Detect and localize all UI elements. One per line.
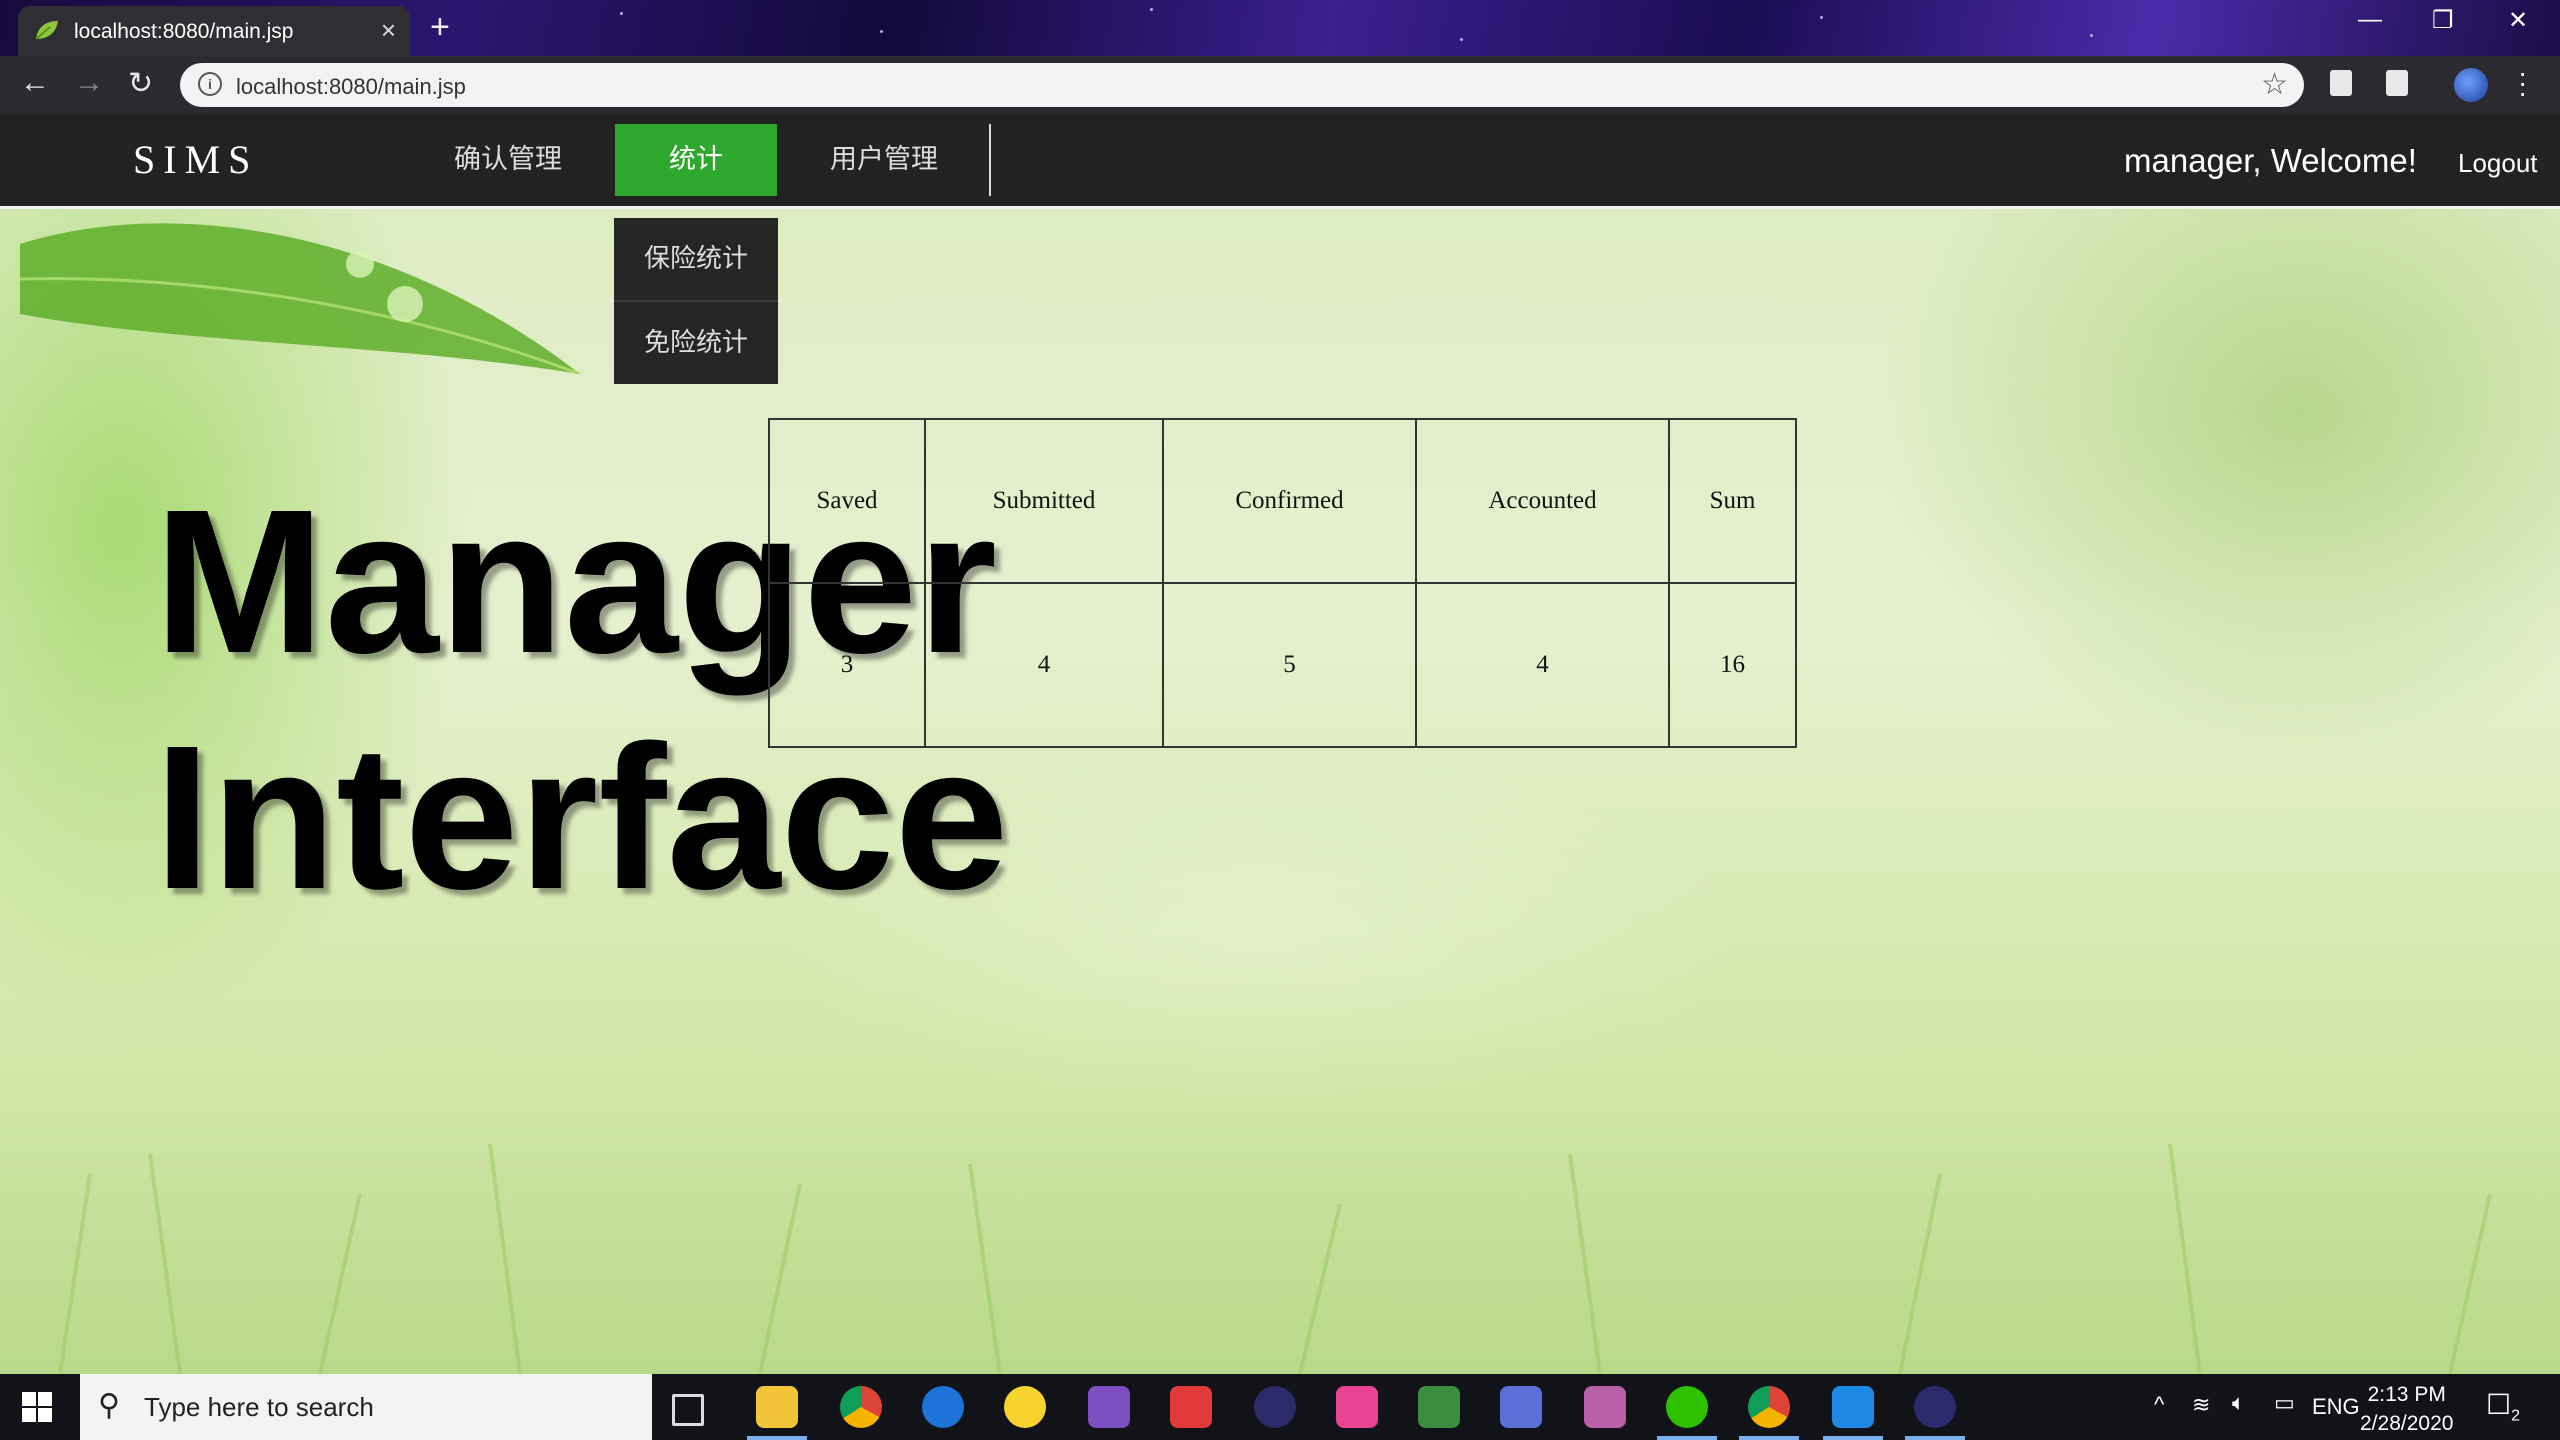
app-icon[interactable] <box>1004 1386 1046 1428</box>
url-text[interactable]: localhost:8080/main.jsp <box>236 74 466 100</box>
page-content: SIMS 确认管理 统计 用户管理 manager, Welcome! Logo… <box>0 114 2560 1374</box>
top-navbar: SIMS 确认管理 统计 用户管理 manager, Welcome! Logo… <box>0 114 2560 209</box>
writer-icon[interactable] <box>1832 1386 1874 1428</box>
browser-menu-icon[interactable]: · · · <box>2518 59 2527 107</box>
dropdown-item-insurance-stats[interactable]: 保险统计 <box>614 218 778 302</box>
reading-list-icon[interactable] <box>2330 70 2352 96</box>
restore-icon[interactable]: ❐ <box>2432 6 2454 35</box>
statistics-dropdown-menu: 保险统计 免险统计 <box>614 218 778 384</box>
back-icon[interactable]: ← <box>20 66 50 100</box>
cell-sum: 16 <box>1668 582 1797 748</box>
running-indicator <box>1739 1436 1799 1440</box>
reload-icon[interactable]: ↻ <box>128 66 153 101</box>
wechat-icon[interactable] <box>1666 1386 1708 1428</box>
bookmark-star-icon[interactable]: ☆ <box>2261 67 2288 102</box>
table-row: 3 4 5 4 16 <box>768 582 1797 748</box>
header-sum: Sum <box>1668 418 1797 584</box>
intellij-icon[interactable] <box>1336 1386 1378 1428</box>
statistics-table: Saved Submitted Confirmed Accounted Sum … <box>768 418 1797 748</box>
address-bar[interactable]: i localhost:8080/main.jsp ☆ <box>180 63 2304 107</box>
task-view-icon[interactable] <box>672 1394 704 1426</box>
chrome-icon[interactable] <box>840 1386 882 1428</box>
taskbar-search-box[interactable]: ⚲ Type here to search <box>80 1374 652 1440</box>
new-tab-button[interactable]: + <box>430 8 450 47</box>
battery-icon[interactable]: ▭ <box>2274 1390 2295 1416</box>
site-info-icon[interactable]: i <box>198 72 222 96</box>
forward-icon[interactable]: → <box>74 66 104 100</box>
background-star <box>620 12 623 15</box>
taskbar-clock[interactable]: 2:13 PM 2/28/2020 <box>2360 1380 2453 1438</box>
background-star <box>2090 34 2093 37</box>
chevron-up-icon[interactable]: ^ <box>2154 1392 2164 1418</box>
language-indicator[interactable]: ENG <box>2312 1394 2360 1420</box>
clock-date: 2/28/2020 <box>2360 1412 2454 1435</box>
cell-submitted: 4 <box>924 582 1164 748</box>
clock-time: 2:13 PM <box>2367 1383 2446 1406</box>
leaf-decoration <box>20 223 580 374</box>
running-indicator <box>747 1436 807 1440</box>
eclipse-icon[interactable] <box>1254 1386 1296 1428</box>
nav-divider <box>989 124 991 196</box>
background-star <box>880 30 883 33</box>
nav-item-confirm-management[interactable]: 确认管理 <box>424 124 592 196</box>
header-accounted: Accounted <box>1415 418 1670 584</box>
close-tab-icon[interactable]: × <box>381 15 396 46</box>
tab-title: localhost:8080/main.jsp <box>74 20 294 43</box>
brand-logo[interactable]: SIMS <box>133 136 258 183</box>
background-star <box>1150 8 1153 11</box>
cell-saved: 3 <box>768 582 926 748</box>
minimize-icon[interactable]: — <box>2358 6 2382 34</box>
leaf-favicon-icon <box>35 21 58 40</box>
chrome-active-icon[interactable] <box>1748 1386 1790 1428</box>
running-indicator <box>1823 1436 1883 1440</box>
visual-studio-icon[interactable] <box>1088 1386 1130 1428</box>
file-explorer-icon[interactable] <box>756 1386 798 1428</box>
running-indicator <box>1905 1436 1965 1440</box>
notification-center-icon[interactable]: ☐2 <box>2486 1388 2520 1425</box>
header-confirmed: Confirmed <box>1162 418 1417 584</box>
notification-count: 2 <box>2511 1407 2521 1425</box>
app-icon[interactable] <box>1418 1386 1460 1428</box>
eclipse-icon[interactable] <box>1914 1386 1956 1428</box>
app-icon[interactable] <box>1584 1386 1626 1428</box>
windows-start-icon[interactable] <box>22 1392 52 1422</box>
browser-tab[interactable]: localhost:8080/main.jsp × <box>18 6 410 56</box>
welcome-message: manager, Welcome! <box>2124 142 2417 179</box>
sogou-icon[interactable] <box>922 1386 964 1428</box>
app-icon[interactable] <box>1500 1386 1542 1428</box>
header-submitted: Submitted <box>924 418 1164 584</box>
logout-link[interactable]: Logout <box>2458 148 2538 179</box>
running-indicator <box>1657 1436 1717 1440</box>
search-placeholder: Type here to search <box>144 1392 374 1422</box>
windows-taskbar: ⚲ Type here to search ^ ≋ 🔈︎ ▭ ENG 2:13 … <box>0 1374 2560 1440</box>
cell-confirmed: 5 <box>1162 582 1417 748</box>
background-star <box>1460 38 1463 41</box>
grass-decoration <box>58 1143 2492 1374</box>
table-header-row: Saved Submitted Confirmed Accounted Sum <box>768 418 1797 584</box>
nav-item-statistics[interactable]: 统计 <box>615 124 777 196</box>
app-icon[interactable] <box>1170 1386 1212 1428</box>
volume-icon[interactable]: 🔈︎ <box>2232 1390 2245 1416</box>
profile-avatar[interactable] <box>2454 68 2488 102</box>
header-saved: Saved <box>768 418 926 584</box>
browser-toolbar: ← → ↻ i localhost:8080/main.jsp ☆ · · · <box>0 56 2560 114</box>
nav-item-user-management[interactable]: 用户管理 <box>800 124 968 196</box>
wifi-icon[interactable]: ≋ <box>2192 1392 2210 1418</box>
dropdown-item-exemption-stats[interactable]: 免险统计 <box>614 302 778 384</box>
browser-tab-strip: localhost:8080/main.jsp × + — ❐ ✕ <box>0 0 2560 56</box>
close-window-icon[interactable]: ✕ <box>2508 6 2528 35</box>
background-star <box>1820 16 1823 19</box>
search-icon: ⚲ <box>98 1389 120 1422</box>
extension-icon[interactable] <box>2386 70 2408 96</box>
cell-accounted: 4 <box>1415 582 1670 748</box>
